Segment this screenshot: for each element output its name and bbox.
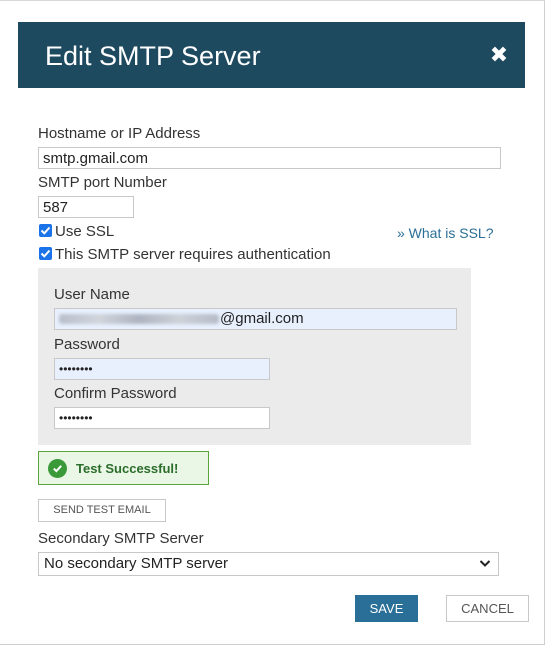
secondary-smtp-selected: No secondary SMTP server xyxy=(44,555,228,572)
auth-required-checkbox[interactable] xyxy=(39,247,52,260)
confirm-password-input[interactable] xyxy=(54,407,270,429)
close-icon[interactable]: ✖ xyxy=(487,43,511,67)
secondary-smtp-select[interactable]: No secondary SMTP server xyxy=(38,552,499,576)
edit-smtp-dialog: Edit SMTP Server ✖ Hostname or IP Addres… xyxy=(0,0,545,645)
use-ssl-label: Use SSL xyxy=(55,223,115,240)
redacted-username xyxy=(59,314,219,325)
password-label: Password xyxy=(54,336,120,353)
password-input[interactable] xyxy=(54,358,270,380)
port-input[interactable] xyxy=(38,196,134,218)
check-circle-icon xyxy=(48,458,67,478)
what-is-ssl-link[interactable]: » What is SSL? xyxy=(397,224,494,242)
dialog-title: Edit SMTP Server xyxy=(45,41,261,71)
send-test-email-button[interactable]: SEND TEST EMAIL xyxy=(38,499,166,522)
top-divider xyxy=(0,0,545,1)
checkmark-icon xyxy=(40,249,51,258)
username-label: User Name xyxy=(54,286,130,303)
username-input[interactable]: @gmail.com xyxy=(54,308,457,330)
checkmark-icon xyxy=(40,226,51,235)
port-label: SMTP port Number xyxy=(38,174,167,191)
cancel-button[interactable]: CANCEL xyxy=(446,595,529,622)
username-domain: @gmail.com xyxy=(220,310,304,327)
test-status-badge: Test Successful! xyxy=(38,451,209,485)
hostname-input[interactable] xyxy=(38,147,501,169)
secondary-smtp-label: Secondary SMTP Server xyxy=(38,530,204,547)
auth-required-label: This SMTP server requires authentication xyxy=(55,246,331,263)
dialog-header: Edit SMTP Server ✖ xyxy=(18,22,525,88)
hostname-label: Hostname or IP Address xyxy=(38,125,201,142)
use-ssl-checkbox[interactable] xyxy=(39,224,52,237)
chevron-down-icon xyxy=(479,553,491,582)
save-button[interactable]: SAVE xyxy=(355,595,418,622)
test-status-text: Test Successful! xyxy=(76,460,179,476)
confirm-password-label: Confirm Password xyxy=(54,385,177,402)
